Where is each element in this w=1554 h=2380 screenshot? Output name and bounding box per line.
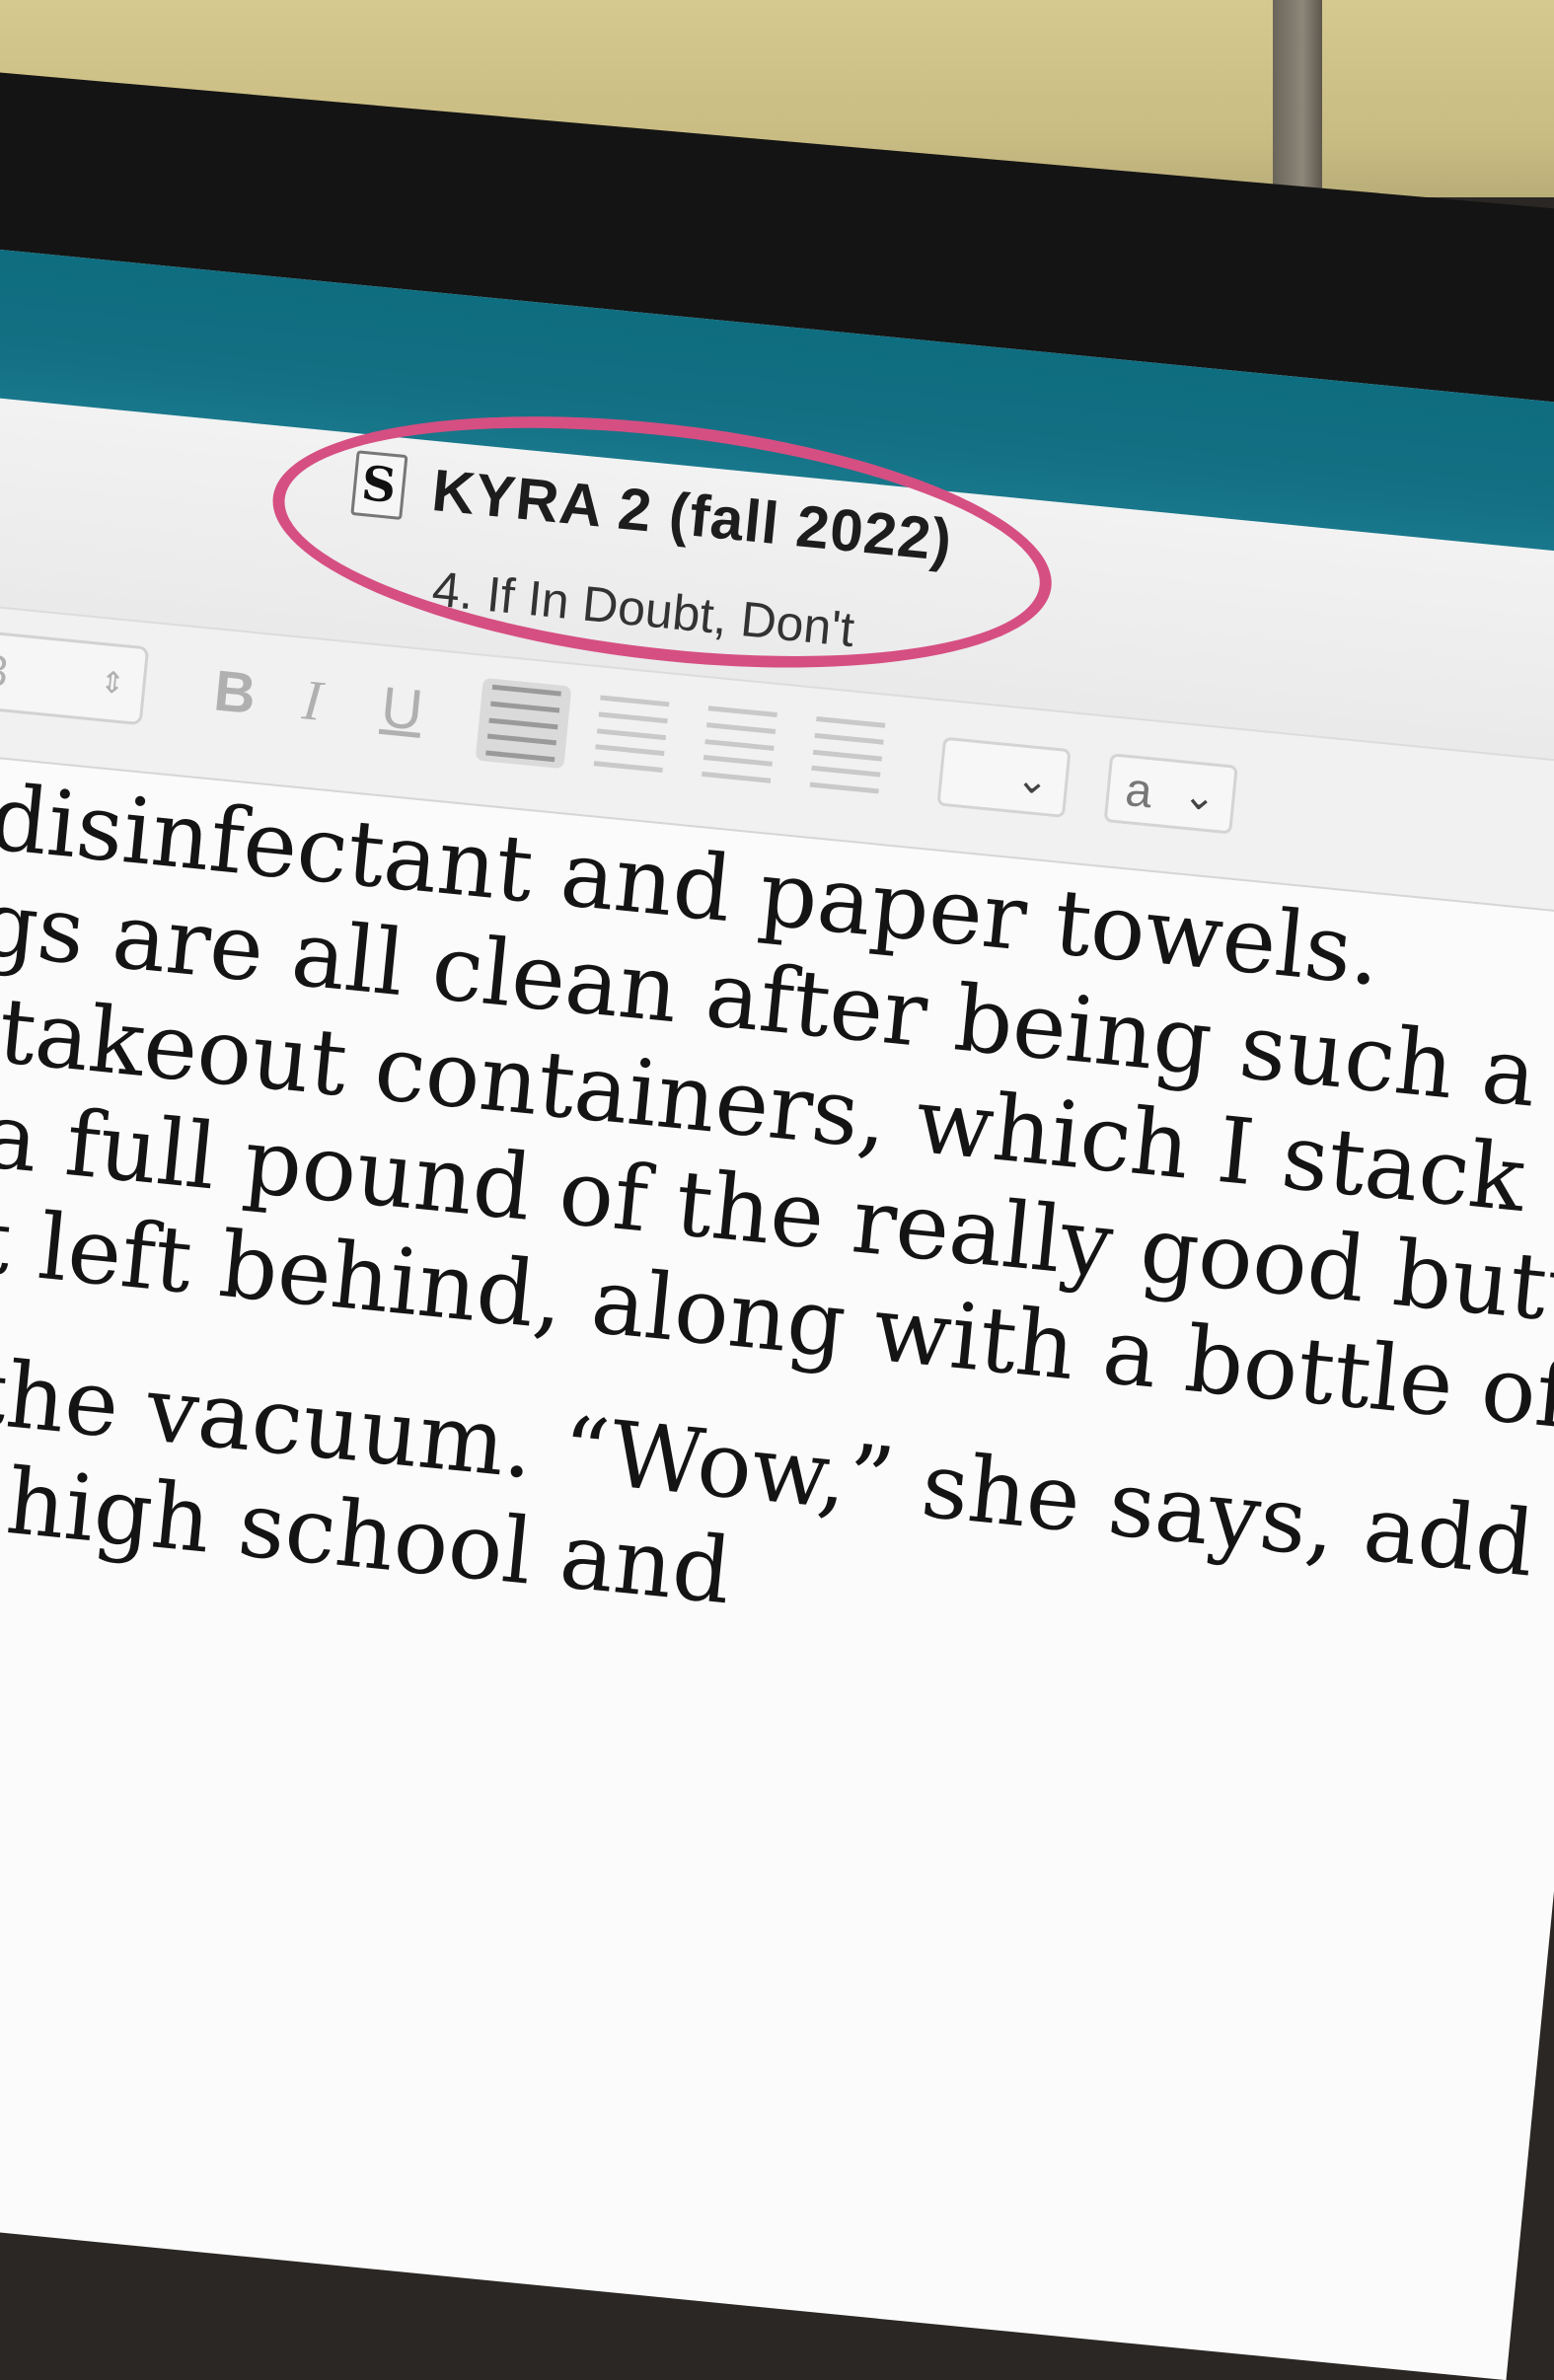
chevron-down-icon: ⌄ (1013, 757, 1052, 804)
align-justify-button[interactable] (809, 715, 886, 794)
underline-button[interactable]: U (378, 674, 425, 744)
chevron-down-icon: ⌄ (1180, 773, 1219, 820)
italic-button[interactable]: I (300, 666, 326, 734)
bold-button[interactable]: B (211, 657, 259, 727)
editor-text-area[interactable]: n disinfectant and paper towels. ings ar… (0, 758, 1554, 1708)
line-spacing-dropdown[interactable]: ⌄ (936, 736, 1072, 818)
font-size-value: 13 (0, 643, 11, 697)
align-center-button[interactable] (593, 695, 670, 773)
font-size-stepper[interactable]: 13 ⇕ (0, 627, 150, 726)
align-right-button[interactable] (702, 706, 777, 783)
text-color-dropdown[interactable]: a ⌄ (1103, 753, 1238, 835)
stepper-arrows-icon: ⇕ (98, 665, 127, 701)
text-color-value: a (1123, 763, 1155, 818)
align-left-button[interactable] (475, 677, 572, 770)
background-post (1273, 0, 1322, 197)
app-window: S KYRA 2 (fall 2022) 4. If In Doubt, Don… (0, 247, 1554, 2380)
